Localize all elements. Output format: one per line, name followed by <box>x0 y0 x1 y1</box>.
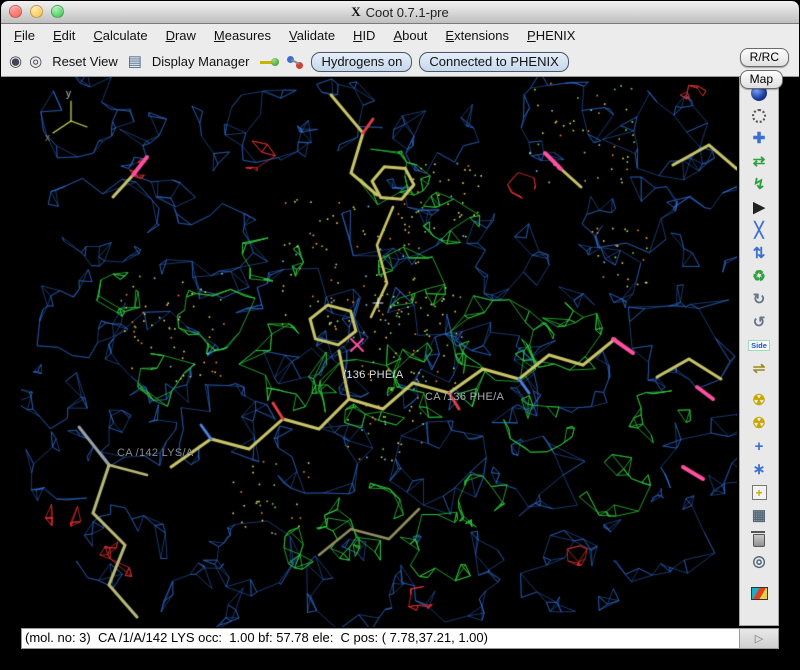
menu-phenix[interactable]: PHENIX <box>518 25 584 46</box>
rotate-translate-icon[interactable]: ↻ <box>743 288 775 311</box>
status-text: (mol. no: 3) CA /1/A/142 LYS occ: 1.00 b… <box>25 630 488 645</box>
ligand-icon[interactable] <box>286 55 304 69</box>
phenix-connection-button[interactable]: Connected to PHENIX <box>419 52 568 72</box>
clock-recent-icon-glyph <box>752 109 766 123</box>
add-terminal-residue-icon[interactable]: + <box>743 435 775 458</box>
rrc-button[interactable]: R/RC <box>740 48 789 67</box>
window-title-text: Coot 0.7.1-pre <box>366 5 449 20</box>
menu-extensions[interactable]: Extensions <box>436 25 518 46</box>
simple-mutate-icon[interactable]: ☢ <box>743 412 775 435</box>
minimize-button[interactable] <box>30 5 43 18</box>
clock-recent-icon[interactable] <box>743 104 775 127</box>
coot-window: X Coot 0.7.1-pre FileEditCalculateDrawMe… <box>1 1 799 669</box>
add-alt-conf-icon[interactable]: ∗ <box>743 458 775 481</box>
menu-draw[interactable]: Draw <box>157 25 205 46</box>
menu-edit[interactable]: Edit <box>44 25 84 46</box>
side-chain-icon[interactable]: Side <box>743 334 775 357</box>
real-space-refine-icon[interactable]: ⇄ <box>743 150 775 173</box>
flip-peptide-icon[interactable]: ⇅ <box>743 242 775 265</box>
color-map-icon-glyph <box>751 587 768 600</box>
traffic-lights <box>9 5 64 18</box>
move-molecule-icon[interactable]: ✚ <box>743 127 775 150</box>
delete-icon-glyph <box>753 534 765 547</box>
target-icon[interactable]: ◉ <box>9 54 22 69</box>
title-bar[interactable]: X Coot 0.7.1-pre <box>1 1 799 24</box>
orbit-icon[interactable]: ◎ <box>29 54 42 69</box>
side-chain-icon-glyph: Side <box>748 340 770 352</box>
place-atom-icon[interactable]: + <box>743 481 775 504</box>
reset-view-button[interactable]: Reset View <box>49 52 121 71</box>
close-button[interactable] <box>9 5 22 18</box>
status-expander[interactable]: ▷ <box>739 628 779 649</box>
status-bar: (mol. no: 3) CA /1/A/142 LYS occ: 1.00 b… <box>21 628 740 649</box>
menu-calculate[interactable]: Calculate <box>84 25 156 46</box>
right-toolbar: ✚⇄↯▶╳⇅♻↻↺Side⇌☢☢+∗+▦◎ <box>739 77 779 626</box>
map-button[interactable]: Map <box>740 70 783 89</box>
main-area: /136 PHE/ACA /136 PHE/ACA /142 LYS/A ✚⇄↯… <box>1 77 799 669</box>
rotamer-icon[interactable]: ↺ <box>743 311 775 334</box>
menu-bar: FileEditCalculateDrawMeasuresValidateHID… <box>1 24 799 47</box>
auto-fit-rotamer-icon[interactable]: ♻ <box>743 265 775 288</box>
menu-about[interactable]: About <box>384 25 436 46</box>
place-atom-icon-glyph: + <box>752 485 767 500</box>
chi-angles-icon[interactable]: ╳ <box>743 219 775 242</box>
hydrogens-toggle-button[interactable]: Hydrogens on <box>311 52 412 72</box>
menu-hid[interactable]: HID <box>344 25 384 46</box>
window-title: X Coot 0.7.1-pre <box>351 4 449 20</box>
delete-icon[interactable] <box>743 527 775 550</box>
go-to-atom-icon[interactable] <box>259 55 279 69</box>
menu-validate[interactable]: Validate <box>280 25 344 46</box>
main-toolbar: ◉ ◎ Reset View ▤ Display Manager Hydroge… <box>1 47 799 77</box>
play-icon[interactable]: ▶ <box>743 196 775 219</box>
display-manager-button[interactable]: Display Manager <box>149 52 253 71</box>
color-map-icon[interactable] <box>743 582 775 605</box>
menu-measures[interactable]: Measures <box>205 25 280 46</box>
menu-file[interactable]: File <box>5 25 44 46</box>
grid-icon[interactable]: ▦ <box>743 504 775 527</box>
undo-icon[interactable]: ◎ <box>743 550 775 573</box>
display-manager-icon[interactable]: ▤ <box>128 54 142 69</box>
mutate-icon[interactable]: ☢ <box>743 389 775 412</box>
torsion-general-icon[interactable]: ⇌ <box>743 357 775 380</box>
molecular-canvas[interactable] <box>21 77 737 627</box>
x11-icon: X <box>351 4 360 20</box>
zoom-button[interactable] <box>51 5 64 18</box>
regularize-icon[interactable]: ↯ <box>743 173 775 196</box>
expander-icon: ▷ <box>755 632 763 645</box>
